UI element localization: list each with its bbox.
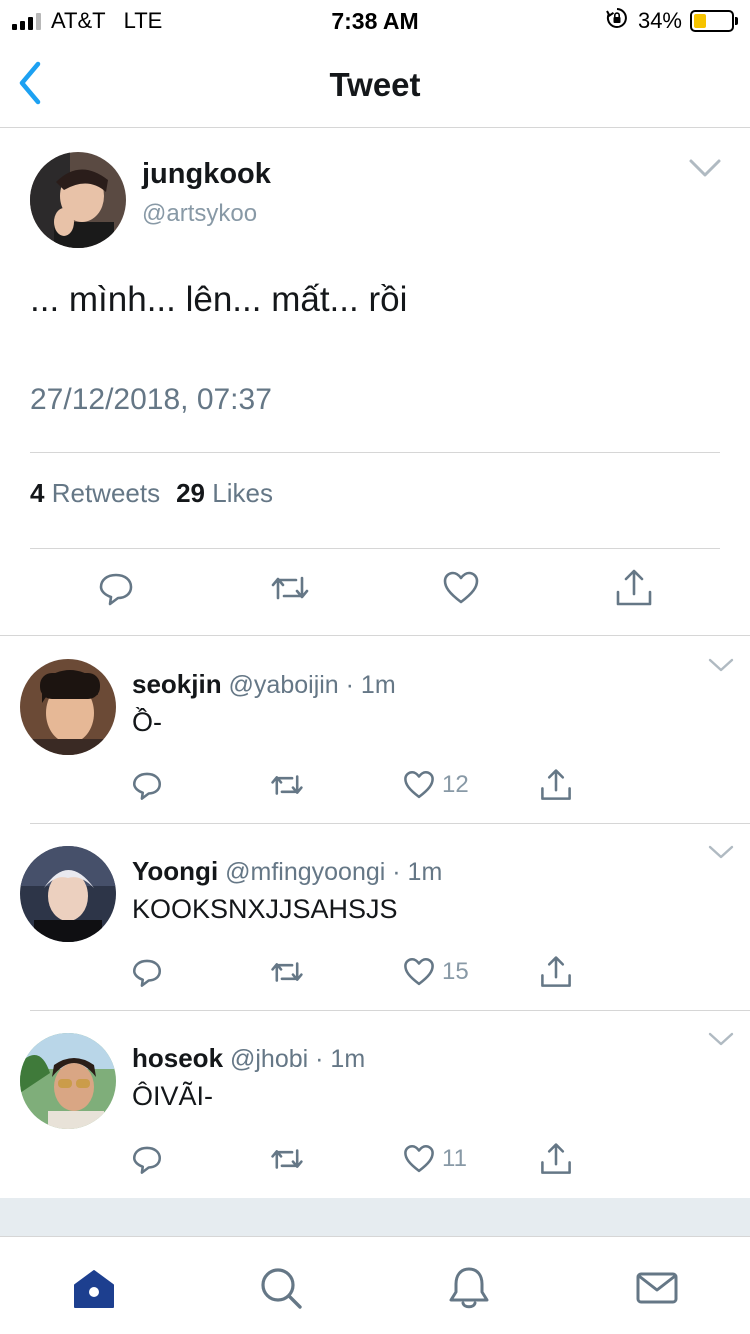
reply-author-handle[interactable]: @mfingyoongi xyxy=(225,858,385,886)
tab-messages[interactable] xyxy=(634,1265,680,1311)
avatar[interactable] xyxy=(20,659,116,755)
navigation-bar: Tweet xyxy=(0,40,750,128)
tweet-options-button[interactable] xyxy=(688,156,722,180)
tab-home[interactable] xyxy=(71,1265,117,1311)
retweet-icon xyxy=(271,1149,303,1169)
share-icon xyxy=(541,769,571,800)
like-button[interactable]: 15 xyxy=(402,954,469,990)
tweet-timestamp: 27/12/2018, 07:37 xyxy=(30,383,272,416)
like-button[interactable]: 12 xyxy=(402,767,469,803)
tweet-text: ... mình... lên... mất... rồi xyxy=(30,280,408,319)
like-button[interactable] xyxy=(441,568,481,608)
share-button[interactable] xyxy=(538,954,574,990)
rotation-lock-icon xyxy=(606,7,628,35)
notifications-icon xyxy=(449,1267,489,1309)
battery-icon xyxy=(690,10,738,32)
reply-options-button[interactable] xyxy=(708,1031,734,1047)
retweet-button[interactable] xyxy=(270,1141,304,1177)
reply-text: ÔIVÃI- xyxy=(132,1081,214,1111)
like-count: 12 xyxy=(442,771,469,798)
share-icon xyxy=(616,569,652,606)
chevron-down-icon xyxy=(708,845,734,859)
reply-author-name[interactable]: hoseok xyxy=(132,1043,223,1073)
reply-button[interactable] xyxy=(130,767,164,803)
reply-icon xyxy=(132,959,162,987)
retweet-button[interactable] xyxy=(270,767,304,803)
reply-icon xyxy=(132,1146,162,1174)
search-icon xyxy=(261,1268,302,1309)
reply-time: · 1m xyxy=(392,858,443,886)
chevron-down-icon xyxy=(708,658,734,672)
heart-icon xyxy=(404,1144,434,1173)
author-handle[interactable]: @artsykoo xyxy=(142,200,257,228)
reply-author-handle[interactable]: @jhobi xyxy=(230,1045,308,1073)
retweet-icon xyxy=(271,576,309,600)
retweet-icon xyxy=(271,775,303,795)
share-icon xyxy=(541,956,571,987)
reply-button[interactable] xyxy=(130,954,164,990)
reply-author-name[interactable]: Yoongi xyxy=(132,856,218,886)
reply-tweet[interactable]: Yoongi @mfingyoongi · 1m KOOKSNXJJSAHSJS… xyxy=(0,824,750,1011)
status-bar: AT&T LTE 7:38 AM 34% xyxy=(0,0,750,40)
author-name[interactable]: jungkook xyxy=(142,158,271,191)
battery-percent: 34% xyxy=(637,8,682,33)
reply-text: Ồ- xyxy=(132,707,162,737)
like-count: 15 xyxy=(442,958,469,985)
messages-icon xyxy=(636,1272,678,1304)
reply-time: · 1m xyxy=(315,1045,366,1073)
share-button[interactable] xyxy=(538,767,574,803)
share-icon xyxy=(541,1143,571,1174)
reply-options-button[interactable] xyxy=(708,657,734,673)
reply-time: · 1m xyxy=(345,671,396,699)
heart-icon xyxy=(404,770,434,799)
reply-tweet[interactable]: hoseok @jhobi · 1m ÔIVÃI- 11 xyxy=(0,1011,750,1198)
avatar[interactable] xyxy=(20,846,116,942)
reply-icon xyxy=(132,772,162,800)
tweet-stats: 4 Retweets 29 Likes xyxy=(30,478,273,509)
retweet-button[interactable] xyxy=(270,954,304,990)
page-title: Tweet xyxy=(329,66,421,103)
reply-button[interactable] xyxy=(130,1141,164,1177)
list-footer xyxy=(0,1198,750,1236)
reply-options-button[interactable] xyxy=(708,844,734,860)
like-count: 11 xyxy=(442,1145,467,1172)
share-button[interactable] xyxy=(614,568,654,608)
heart-icon xyxy=(404,957,434,986)
tweet-actions xyxy=(0,568,750,618)
likes-stat[interactable]: 29 Likes xyxy=(176,478,273,509)
like-button[interactable]: 11 xyxy=(402,1141,467,1177)
reply-author-name[interactable]: seokjin xyxy=(132,669,222,699)
heart-icon xyxy=(443,571,479,604)
tab-bar xyxy=(0,1236,750,1334)
tab-search[interactable] xyxy=(258,1265,304,1311)
main-tweet: jungkook @artsykoo ... mình... lên... mấ… xyxy=(0,128,750,636)
chevron-down-icon xyxy=(689,159,721,177)
avatar[interactable] xyxy=(30,152,126,248)
chevron-down-icon xyxy=(708,1032,734,1046)
tab-notifications[interactable] xyxy=(446,1265,492,1311)
reply-tweet[interactable]: seokjin @yaboijin · 1m Ồ- 12 xyxy=(0,637,750,824)
retweet-button[interactable] xyxy=(270,568,310,608)
avatar[interactable] xyxy=(20,1033,116,1129)
reply-icon xyxy=(99,573,133,606)
retweets-stat[interactable]: 4 Retweets xyxy=(30,478,160,509)
retweet-icon xyxy=(271,962,303,982)
reply-button[interactable] xyxy=(96,568,136,608)
share-button[interactable] xyxy=(538,1141,574,1177)
reply-author-handle[interactable]: @yaboijin xyxy=(229,671,339,699)
divider xyxy=(30,548,720,549)
reply-text: KOOKSNXJJSAHSJS xyxy=(132,894,398,924)
divider xyxy=(30,452,720,453)
home-icon xyxy=(74,1270,114,1308)
